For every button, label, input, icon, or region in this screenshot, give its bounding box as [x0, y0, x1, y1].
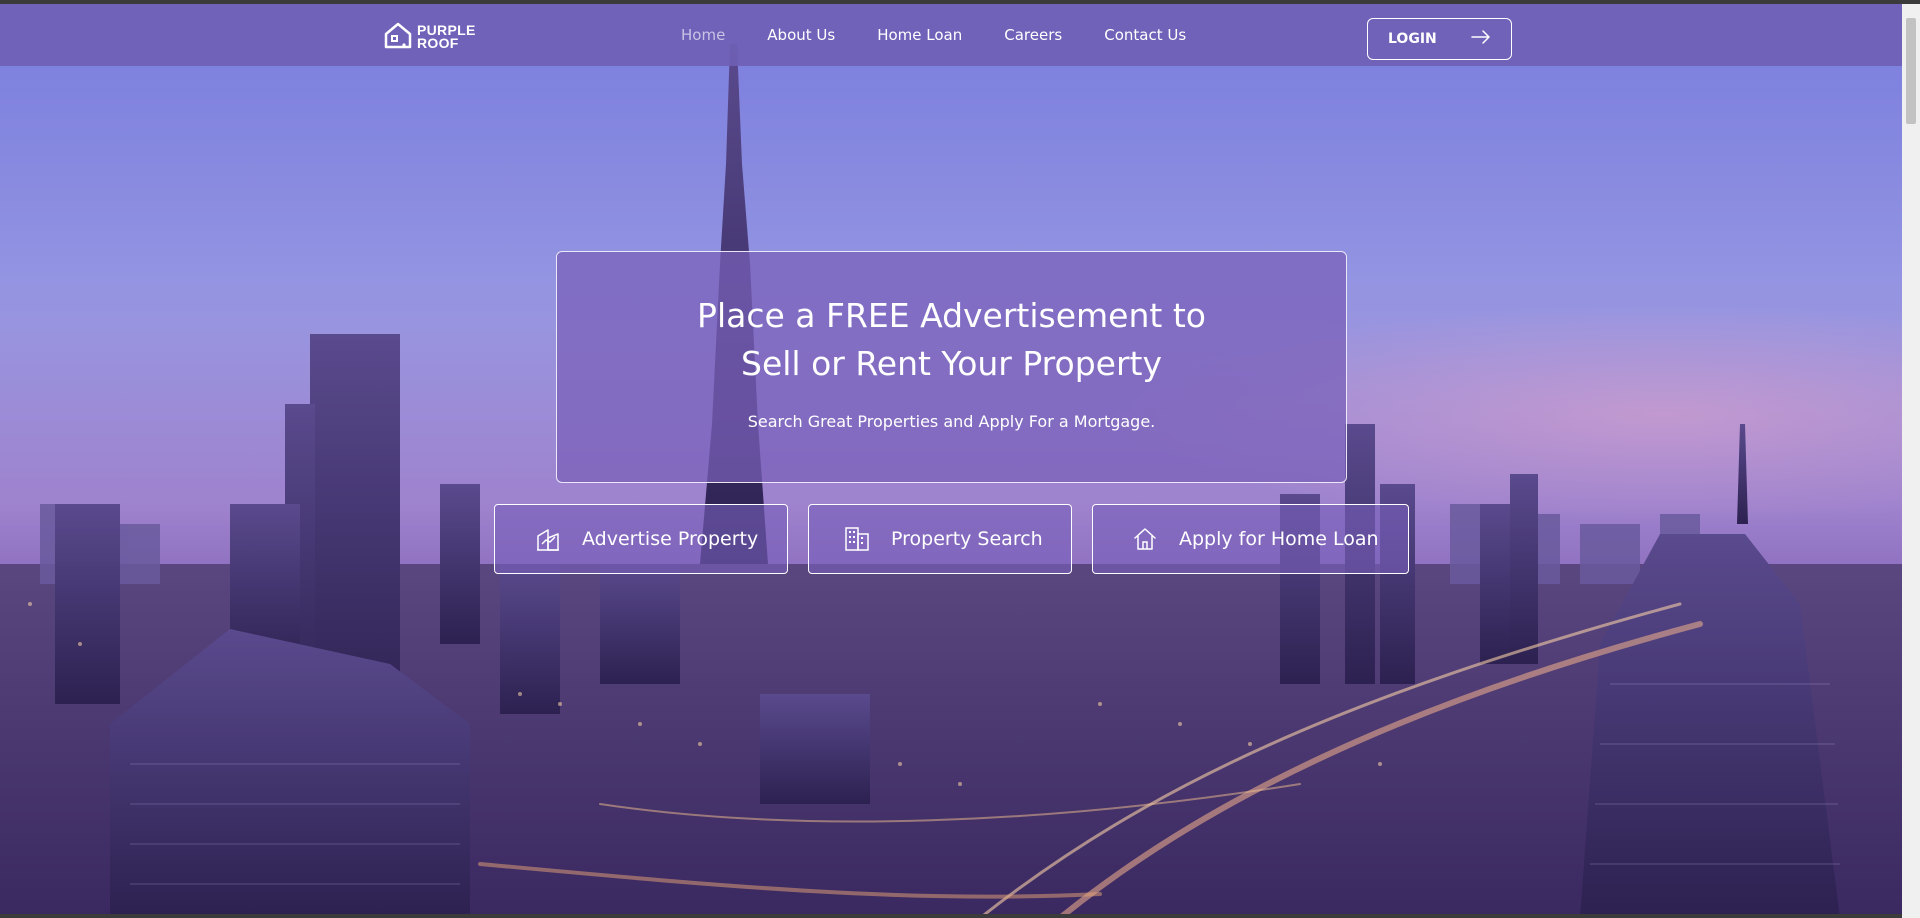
- hero-title-line1: Place a FREE Advertisement to: [697, 296, 1206, 335]
- page-scrollbar[interactable]: [1902, 4, 1920, 918]
- hero-subtitle: Search Great Properties and Apply For a …: [747, 412, 1156, 431]
- house-icon: [383, 20, 413, 54]
- advertise-property-button[interactable]: Advertise Property: [494, 504, 788, 574]
- nav-item-contact-us[interactable]: Contact Us: [1104, 26, 1186, 44]
- login-button[interactable]: LOGIN: [1367, 18, 1512, 60]
- advertise-property-label: Advertise Property: [582, 528, 759, 550]
- property-search-button[interactable]: Property Search: [808, 504, 1072, 574]
- brand-line2: ROOF: [417, 35, 459, 51]
- scrollbar-thumb[interactable]: [1906, 18, 1916, 124]
- hero-title-line2: Sell or Rent Your Property: [741, 344, 1162, 383]
- house-icon: [1131, 525, 1159, 553]
- top-navbar: PURPLE ROOF Home About Us Home Loan Care…: [0, 4, 1902, 66]
- brand-name: PURPLE ROOF: [417, 23, 476, 51]
- apply-home-loan-label: Apply for Home Loan: [1179, 528, 1379, 550]
- arrow-right-icon: [1471, 30, 1491, 48]
- login-label: LOGIN: [1388, 31, 1437, 47]
- property-search-label: Property Search: [891, 528, 1043, 550]
- hero-ad-panel: Place a FREE Advertisement to Sell or Re…: [556, 251, 1347, 483]
- nav-item-about-us[interactable]: About Us: [767, 26, 835, 44]
- nav-item-home[interactable]: Home: [681, 26, 725, 44]
- window-bottom-border: [0, 914, 1902, 918]
- main-nav: Home About Us Home Loan Careers Contact …: [681, 26, 1228, 44]
- nav-item-careers[interactable]: Careers: [1004, 26, 1062, 44]
- apply-home-loan-button[interactable]: Apply for Home Loan: [1092, 504, 1409, 574]
- property-chart-icon: [534, 525, 562, 553]
- brand-logo[interactable]: PURPLE ROOF: [383, 21, 476, 53]
- hero-title: Place a FREE Advertisement to Sell or Re…: [557, 292, 1346, 388]
- building-icon: [843, 525, 871, 553]
- nav-item-home-loan[interactable]: Home Loan: [877, 26, 962, 44]
